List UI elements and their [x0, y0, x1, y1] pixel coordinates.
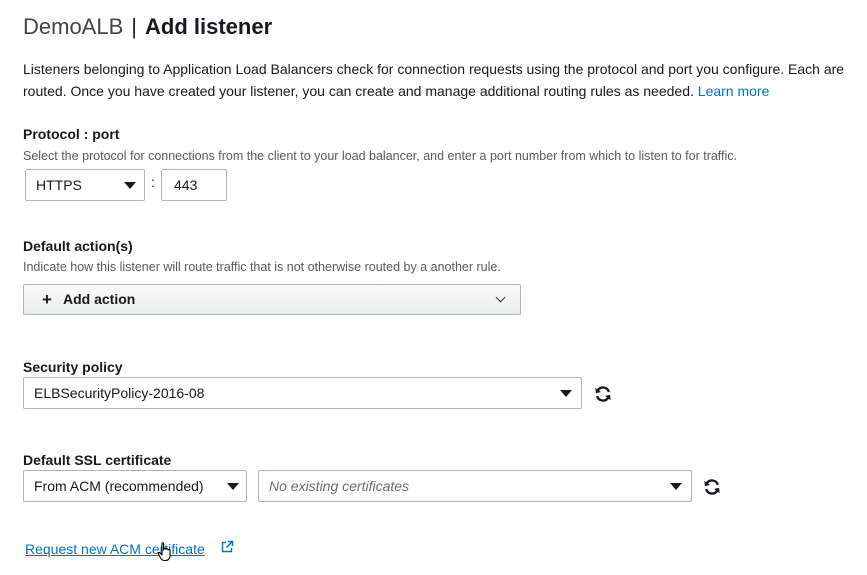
- add-action-button[interactable]: + Add action: [23, 284, 521, 315]
- hand-pointer-icon: [157, 542, 171, 562]
- protocol-port-label: Protocol : port: [23, 126, 120, 142]
- intro-text: Listeners belonging to Application Load …: [23, 58, 867, 102]
- default-actions-hint: Indicate how this listener will route tr…: [23, 260, 501, 274]
- certificate-placeholder: No existing certificates: [269, 478, 410, 494]
- protocol-port-hint: Select the protocol for connections from…: [23, 149, 738, 163]
- add-action-label: Add action: [63, 291, 136, 307]
- request-acm-certificate-link[interactable]: Request new ACM certificate: [25, 541, 205, 557]
- protocol-port-separator: :: [151, 174, 155, 190]
- security-policy-label: Security policy: [23, 359, 123, 375]
- certificate-source-value: From ACM (recommended): [34, 478, 204, 494]
- security-policy-select[interactable]: ELBSecurityPolicy-2016-08: [23, 377, 582, 409]
- ssl-certificate-label: Default SSL certificate: [23, 452, 172, 468]
- refresh-icon[interactable]: [703, 478, 721, 496]
- load-balancer-name: DemoALB: [23, 14, 124, 39]
- default-actions-label: Default action(s): [23, 238, 133, 254]
- protocol-select-value: HTTPS: [36, 177, 82, 193]
- port-input[interactable]: 443: [161, 169, 227, 201]
- caret-down-icon: [560, 390, 572, 397]
- plus-icon: +: [42, 290, 52, 309]
- caret-down-icon: [124, 182, 136, 189]
- caret-down-icon: [670, 483, 682, 490]
- caret-down-icon: [227, 483, 239, 490]
- learn-more-link[interactable]: Learn more: [698, 83, 770, 99]
- refresh-icon[interactable]: [594, 385, 612, 403]
- security-policy-value: ELBSecurityPolicy-2016-08: [34, 385, 205, 401]
- page-title: DemoALB | Add listener: [23, 12, 272, 42]
- protocol-select[interactable]: HTTPS: [25, 169, 145, 201]
- chevron-down-icon: [495, 292, 506, 303]
- page-heading: Add listener: [145, 14, 273, 39]
- title-separator: |: [131, 14, 137, 39]
- certificate-source-select[interactable]: From ACM (recommended): [23, 470, 247, 502]
- external-link-icon[interactable]: [220, 540, 234, 554]
- certificate-select[interactable]: No existing certificates: [258, 470, 692, 502]
